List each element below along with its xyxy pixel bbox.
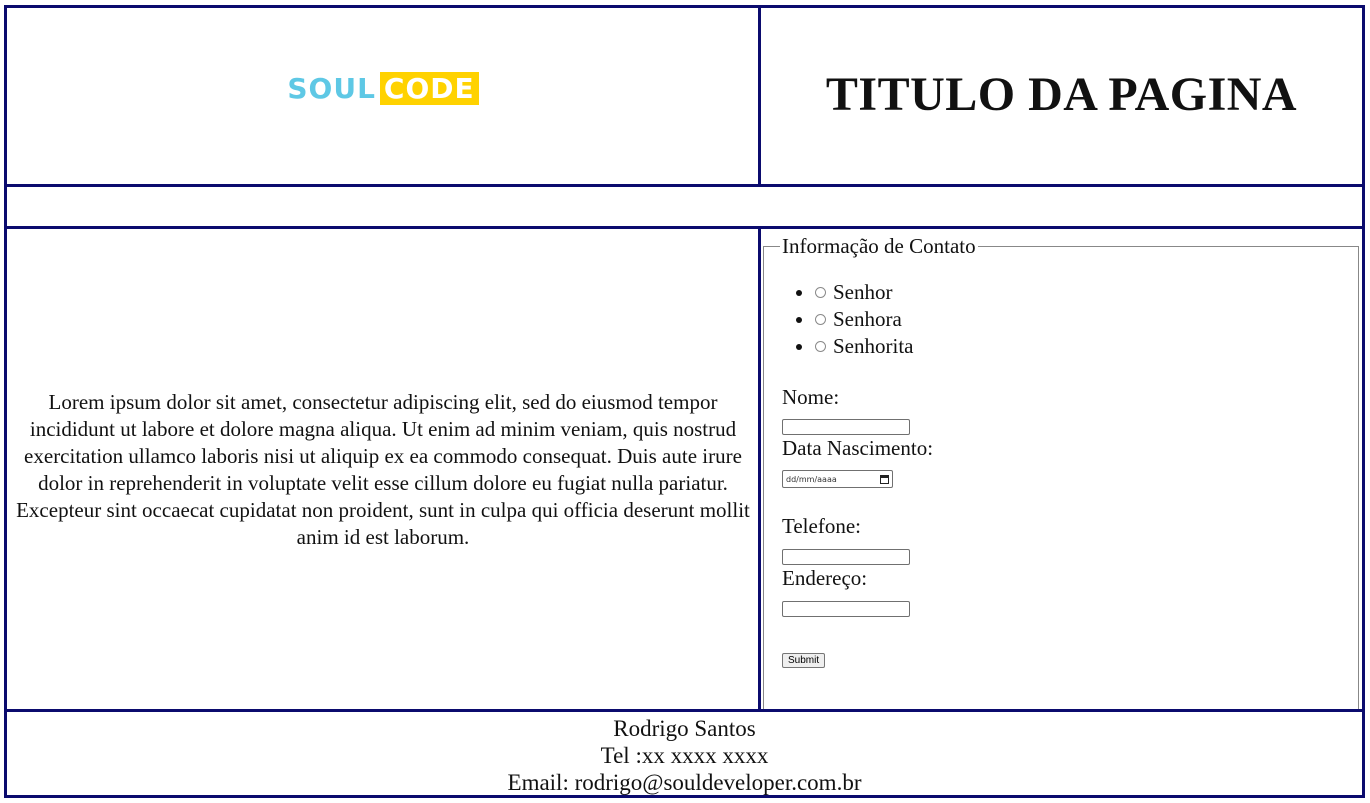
footer-email: Email: rodrigo@souldeveloper.com.br	[507, 770, 862, 795]
empty-row	[4, 184, 1365, 229]
list-item: Senhorita	[815, 333, 1358, 360]
radio-senhor[interactable]	[815, 287, 826, 298]
radio-senhora[interactable]	[815, 314, 826, 325]
title-cell: TITULO DA PAGINA	[758, 5, 1365, 188]
radio-label-senhora: Senhora	[833, 307, 902, 331]
list-item: Senhora	[815, 306, 1358, 333]
page-title: TITULO DA PAGINA	[825, 68, 1298, 121]
soulcode-logo: SOUL CODE	[287, 72, 479, 105]
nascimento-date-input[interactable]: dd/mm/aaaa	[782, 470, 893, 488]
contact-legend: Informação de Contato	[782, 234, 976, 258]
lorem-text: Lorem ipsum dolor sit amet, consectetur …	[16, 389, 750, 549]
radio-senhorita[interactable]	[815, 341, 826, 352]
nome-input[interactable]	[782, 419, 910, 435]
lorem-cell: Lorem ipsum dolor sit amet, consectetur …	[4, 226, 762, 713]
title-radio-list: Senhor Senhora Senhorita	[782, 279, 1358, 360]
telefone-label: Telefone:	[782, 514, 861, 538]
calendar-icon[interactable]	[880, 474, 889, 484]
logo-cell: SOUL CODE	[4, 5, 762, 188]
nome-label: Nome:	[782, 385, 840, 409]
endereco-input[interactable]	[782, 601, 910, 617]
nascimento-label: Data Nascimento:	[782, 436, 934, 460]
contact-fieldset: Informação de Contato Senhor Senhora Sen…	[763, 234, 1359, 710]
footer-phone: Tel :xx xxxx xxxx	[600, 743, 769, 768]
radio-label-senhor: Senhor	[833, 280, 893, 304]
submit-button[interactable]: Submit	[782, 653, 826, 668]
logo-text-soul: SOUL	[287, 72, 376, 105]
endereco-label: Endereço:	[782, 566, 868, 590]
telefone-input[interactable]	[782, 549, 910, 565]
list-item: Senhor	[815, 279, 1358, 306]
date-placeholder: dd/mm/aaaa	[786, 474, 837, 484]
footer-name: Rodrigo Santos	[613, 716, 756, 741]
form-cell: Informação de Contato Senhor Senhora Sen…	[758, 226, 1365, 713]
footer-cell: Rodrigo Santos Tel :xx xxxx xxxx Email: …	[4, 709, 1365, 798]
radio-label-senhorita: Senhorita	[833, 334, 914, 358]
logo-text-code: CODE	[379, 72, 479, 105]
